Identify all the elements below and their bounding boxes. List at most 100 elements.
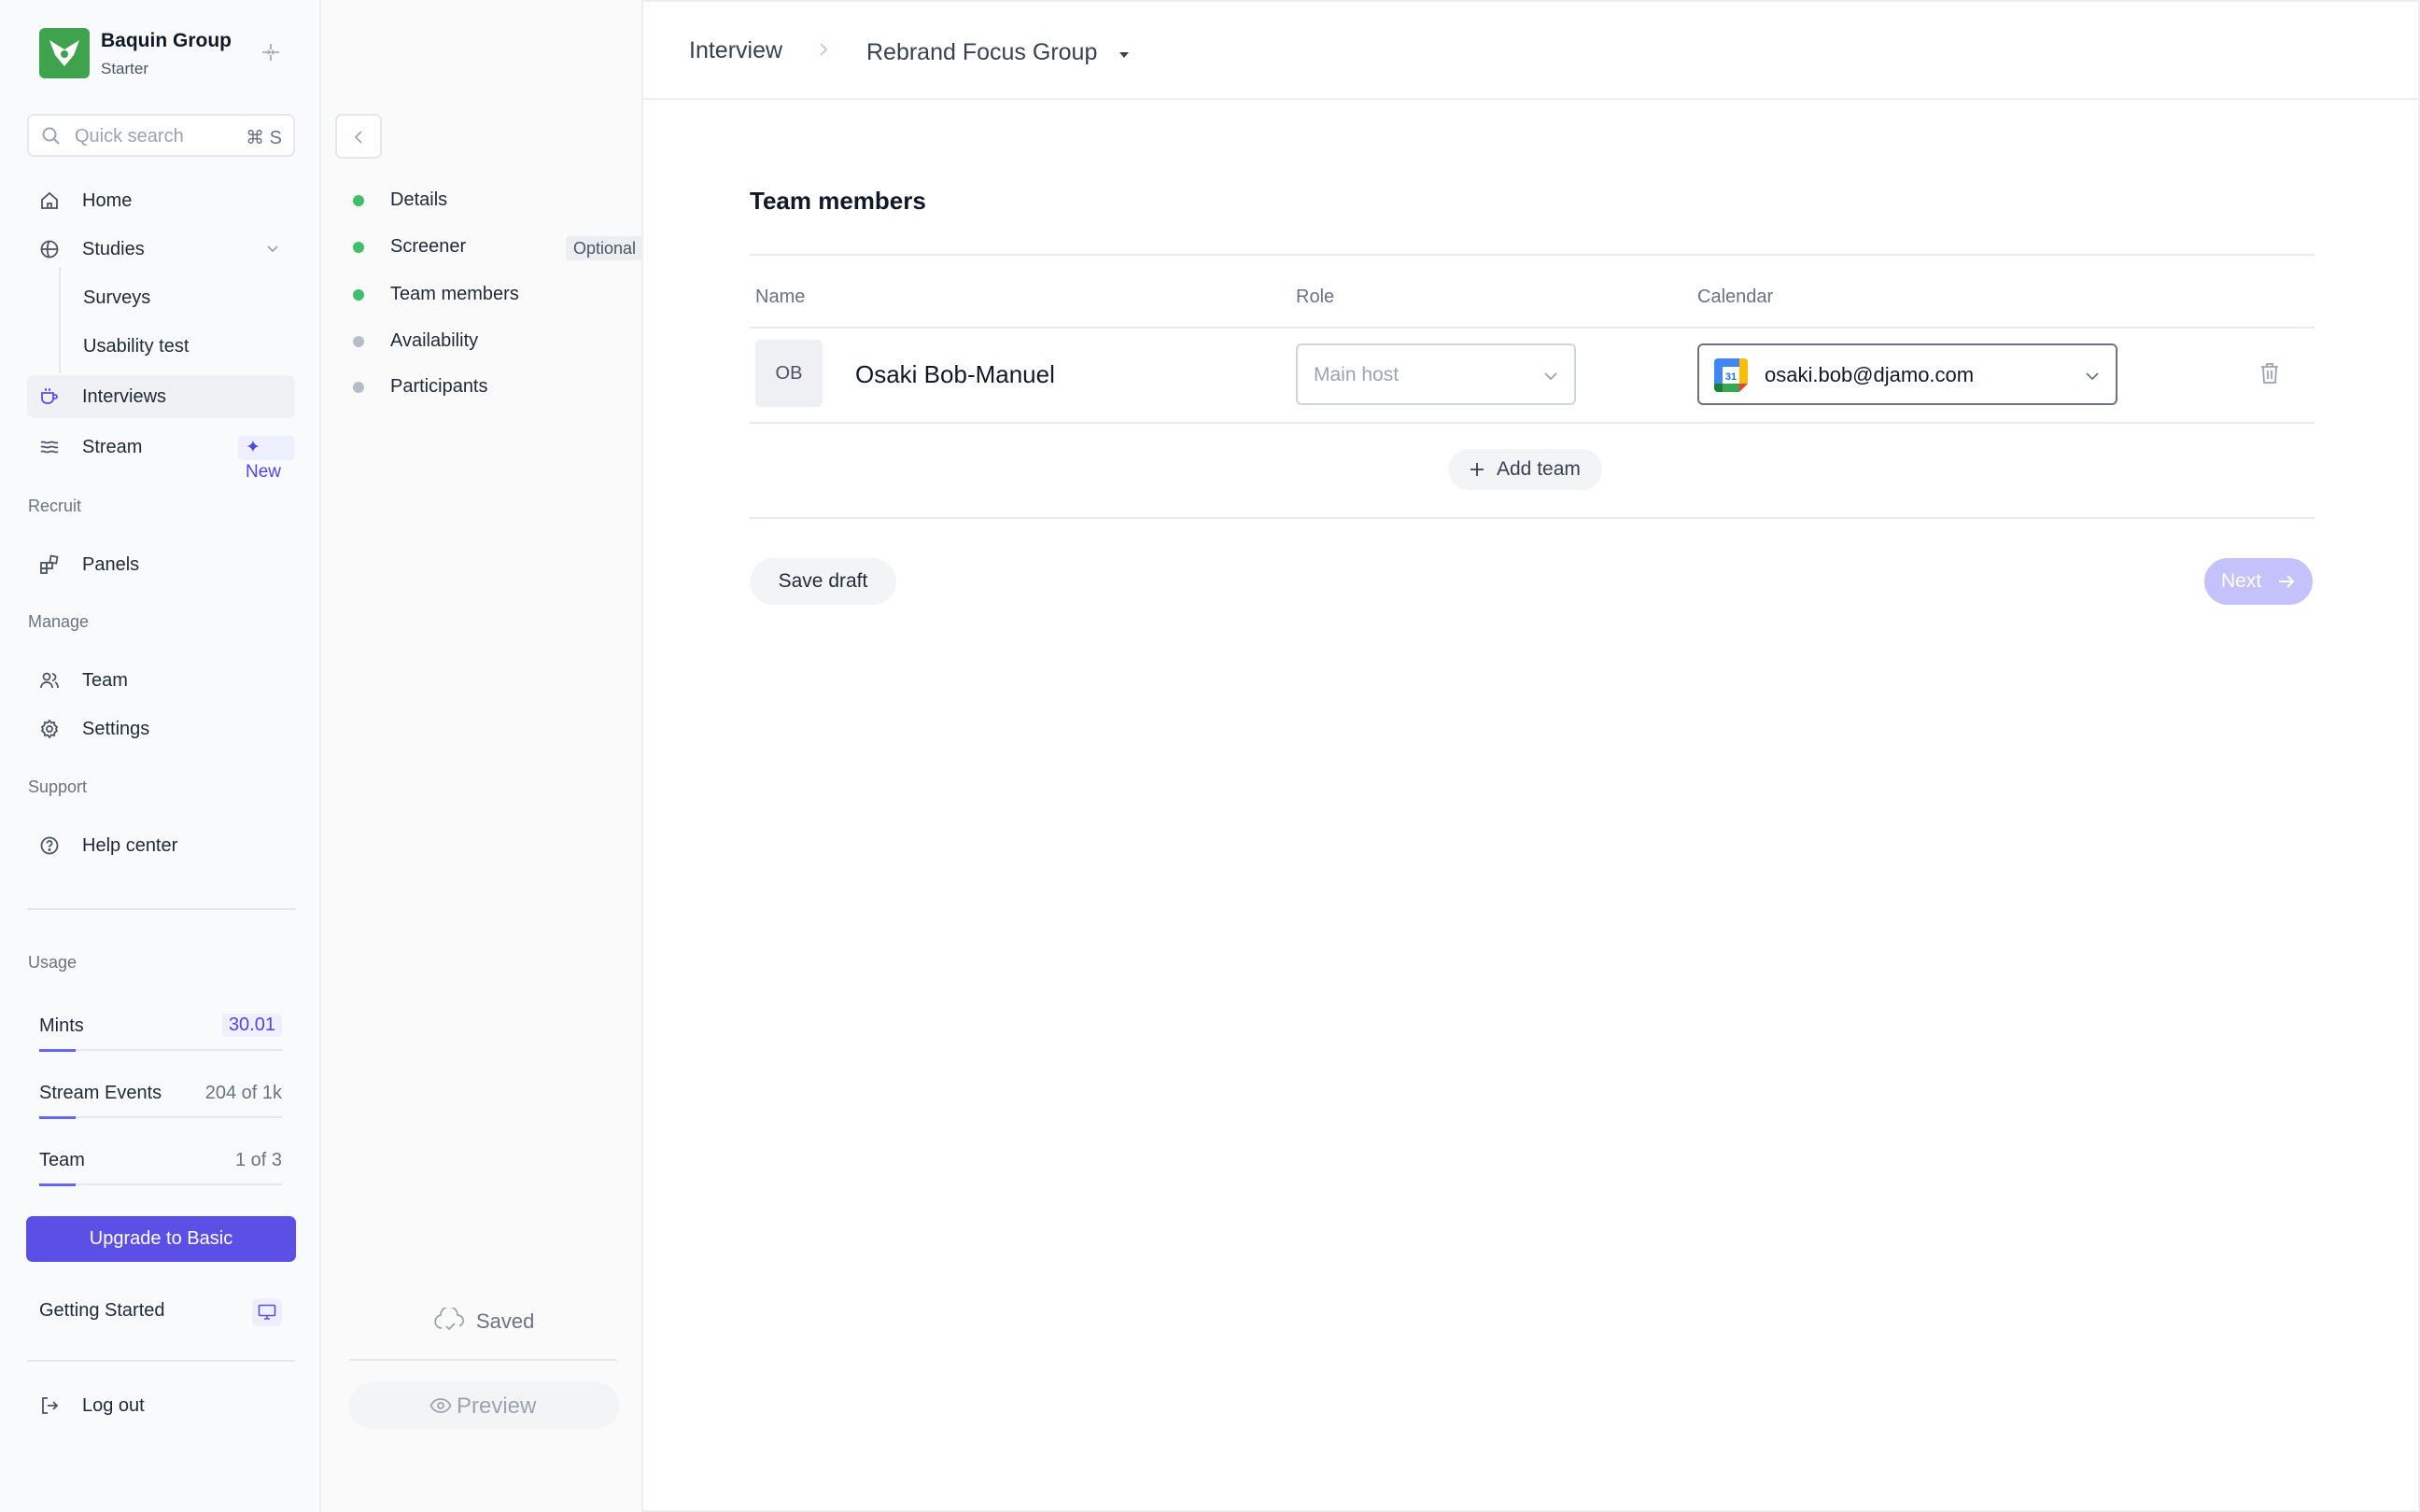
preview-button[interactable]: Preview <box>349 1382 619 1429</box>
main-content: Interview Rebrand Focus Group Team membe… <box>643 0 2420 1512</box>
save-draft-button[interactable]: Save draft <box>750 558 896 605</box>
step-status-dot <box>353 382 364 393</box>
add-team-label: Add team <box>1497 458 1581 480</box>
sidebar-item-team[interactable]: Team <box>27 659 295 702</box>
google-calendar-icon: 31 <box>1714 358 1748 392</box>
usage-value: 1 of 3 <box>234 1150 282 1170</box>
chevron-down-icon <box>2084 370 2101 386</box>
sidebar-collapse-icon[interactable] <box>260 41 282 69</box>
section-title: Team members <box>750 187 926 215</box>
caret-down-icon[interactable] <box>1118 48 1131 64</box>
search-icon <box>41 126 62 151</box>
usage-progress <box>39 1183 282 1186</box>
collapse-steps-button[interactable] <box>335 114 382 159</box>
usage-progress <box>39 1116 282 1119</box>
usage-progress <box>39 1049 282 1052</box>
submenu-guide-line <box>59 267 61 373</box>
svg-text:31: 31 <box>1725 371 1737 383</box>
section-label-usage: Usage <box>28 953 77 972</box>
step-status-dot <box>353 195 364 206</box>
table-divider <box>750 422 2314 424</box>
sidebar-item-label: Stream <box>82 437 143 457</box>
plus-icon <box>1469 461 1485 483</box>
role-placeholder: Main host <box>1314 364 1400 385</box>
sidebar-divider <box>27 908 295 910</box>
calendar-select[interactable]: 31 osaki.bob@djamo.com <box>1697 343 2118 405</box>
table-divider <box>750 254 2314 256</box>
usage-stream-events: Stream Events 204 of 1k <box>39 1083 282 1119</box>
chevron-left-icon <box>354 131 362 144</box>
usage-label: Mints <box>39 1015 84 1036</box>
sidebar-item-help-center[interactable]: Help center <box>27 824 295 867</box>
column-header-name: Name <box>755 287 806 307</box>
sidebar-item-surveys[interactable]: Surveys <box>83 287 150 309</box>
sidebar-item-label: Panels <box>82 554 140 575</box>
sidebar-item-home[interactable]: Home <box>27 179 295 222</box>
sidebar-item-label: Settings <box>82 719 150 739</box>
help-icon <box>39 835 60 856</box>
table-divider <box>750 327 2314 329</box>
getting-started-link[interactable]: Getting Started <box>39 1300 165 1322</box>
sidebar-item-label: Interviews <box>82 386 167 407</box>
globe-icon <box>39 239 60 259</box>
cloud-saved-icon <box>433 1306 467 1338</box>
steps-divider <box>349 1359 617 1361</box>
search-shortcut: ⌘ S <box>246 128 282 148</box>
breadcrumb-current[interactable]: Rebrand Focus Group <box>866 39 1097 66</box>
sidebar-item-stream[interactable]: Stream ✦ New <box>27 426 295 482</box>
sidebar-item-studies[interactable]: Studies <box>27 228 295 271</box>
steps-panel: Details Screener Optional Team members A… <box>321 0 644 1512</box>
usage-progress-fill <box>39 1116 76 1119</box>
search-placeholder: Quick search <box>75 126 184 147</box>
usage-progress-fill <box>39 1183 76 1186</box>
org-name: Baquin Group <box>101 30 232 51</box>
add-team-button[interactable]: Add team <box>1448 449 1602 490</box>
optional-badge: Optional <box>566 236 644 260</box>
org-plan: Starter <box>101 60 149 77</box>
trash-icon[interactable] <box>2259 361 2280 390</box>
usage-mints: Mints 30.01 <box>39 1014 282 1052</box>
section-label-recruit: Recruit <box>28 497 82 515</box>
breadcrumb-parent[interactable]: Interview <box>689 37 782 64</box>
arrow-right-icon <box>2277 573 2296 595</box>
monitor-icon[interactable] <box>252 1298 282 1326</box>
usage-value: 30.01 <box>221 1014 282 1037</box>
upgrade-button[interactable]: Upgrade to Basic <box>26 1216 296 1262</box>
new-badge: ✦ New <box>238 436 295 482</box>
org-logo <box>39 28 90 78</box>
saved-status: Saved <box>476 1309 535 1333</box>
step-label: Participants <box>390 376 488 397</box>
users-icon <box>39 670 60 691</box>
avatar: OB <box>755 340 823 407</box>
waves-icon <box>39 437 60 457</box>
table-divider <box>750 517 2314 519</box>
calendar-value: osaki.bob@djamo.com <box>1765 363 1975 386</box>
eye-icon <box>429 1398 452 1418</box>
role-select[interactable]: Main host <box>1296 343 1576 405</box>
next-button[interactable]: Next <box>2204 558 2313 605</box>
next-label: Next <box>2221 570 2262 592</box>
step-status-dot <box>353 289 364 301</box>
section-label-manage: Manage <box>28 612 90 631</box>
org-switcher[interactable]: Baquin Group Starter <box>39 28 301 80</box>
sidebar-divider <box>27 1360 295 1362</box>
sidebar-item-label: Help center <box>82 835 178 856</box>
member-name: Osaki Bob-Manuel <box>855 360 1055 388</box>
top-bar: Interview Rebrand Focus Group <box>643 2 2420 100</box>
sidebar-item-settings[interactable]: Settings <box>27 707 295 750</box>
sidebar-item-interviews[interactable]: Interviews <box>27 375 295 418</box>
step-label: Details <box>390 189 448 210</box>
usage-progress-fill <box>39 1049 76 1052</box>
usage-value: 204 of 1k <box>204 1083 282 1103</box>
logout-icon <box>39 1395 60 1416</box>
column-header-role: Role <box>1296 287 1335 307</box>
chevron-down-icon <box>1542 370 1559 386</box>
quick-search[interactable]: Quick search ⌘ S <box>27 114 295 157</box>
sidebar-item-panels[interactable]: Panels <box>27 543 295 586</box>
usage-label: Team <box>39 1150 85 1170</box>
sidebar-item-log-out[interactable]: Log out <box>27 1384 295 1427</box>
sidebar-item-usability-test[interactable]: Usability test <box>83 336 189 357</box>
panels-icon <box>39 554 60 575</box>
section-label-support: Support <box>28 777 88 796</box>
chevron-down-icon[interactable] <box>263 239 282 262</box>
